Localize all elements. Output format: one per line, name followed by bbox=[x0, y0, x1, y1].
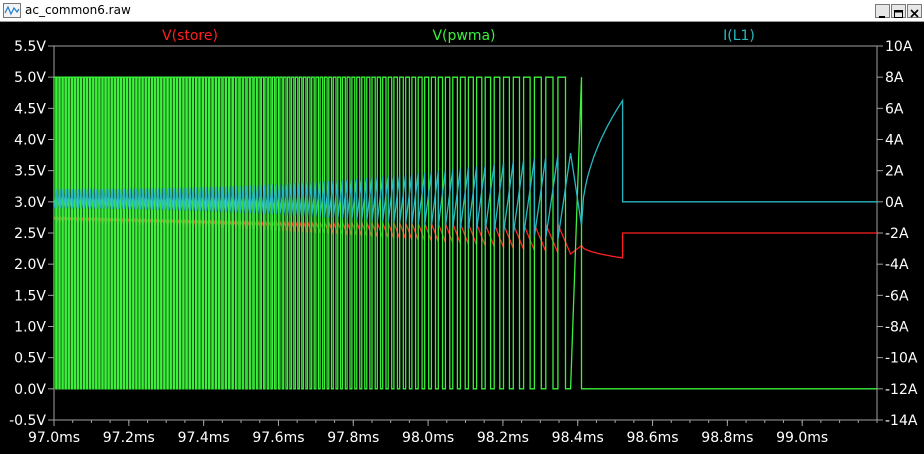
right-tick-label: 8A bbox=[885, 70, 904, 86]
trace-legend: V(store) V(pwma) I(L1) bbox=[162, 28, 755, 44]
left-tick-label: 1.5V bbox=[14, 288, 46, 304]
right-tick-label: -10A bbox=[885, 351, 918, 367]
x-tick-label: 98.8ms bbox=[701, 430, 753, 446]
right-tick-label: 0A bbox=[885, 195, 904, 211]
window-title: ac_common6.raw bbox=[25, 3, 131, 17]
x-tick-label: 97.0ms bbox=[28, 430, 80, 446]
left-tick-label: 0.5V bbox=[14, 351, 46, 367]
x-tick-label: 98.0ms bbox=[402, 430, 454, 446]
minimize-icon bbox=[879, 16, 885, 18]
maximize-button[interactable] bbox=[891, 4, 906, 18]
right-tick-label: 6A bbox=[885, 101, 904, 117]
x-tick-label: 97.8ms bbox=[327, 430, 379, 446]
left-tick-label: 3.0V bbox=[14, 195, 46, 211]
legend-v-pwma[interactable]: V(pwma) bbox=[432, 28, 495, 44]
right-tick-label: -12A bbox=[885, 382, 918, 398]
x-tick-label: 98.6ms bbox=[626, 430, 678, 446]
right-current-axis: 10A 8A 6A 4A 2A 0A -2A -4A -6A -8A -10A -12A -14A bbox=[877, 39, 918, 429]
left-tick-label: 5.5V bbox=[14, 39, 46, 55]
left-tick-label: 4.0V bbox=[14, 133, 46, 149]
left-tick-label: -0.5V bbox=[9, 413, 46, 429]
close-button[interactable] bbox=[907, 4, 922, 18]
right-tick-label: -8A bbox=[885, 320, 909, 336]
right-tick-label: 2A bbox=[885, 164, 904, 180]
right-tick-label: -6A bbox=[885, 288, 909, 304]
left-tick-label: 4.5V bbox=[14, 101, 46, 117]
x-tick-label: 99.0ms bbox=[776, 430, 828, 446]
app-icon bbox=[3, 3, 21, 18]
right-tick-label: -14A bbox=[885, 413, 918, 429]
right-tick-label: -2A bbox=[885, 226, 909, 242]
left-tick-label: 2.5V bbox=[14, 226, 46, 242]
time-axis: 97.0ms 97.2ms 97.4ms 97.6ms 97.8ms 98.0ms 98.2… bbox=[28, 420, 878, 446]
x-tick-label: 98.2ms bbox=[477, 430, 529, 446]
x-tick-label: 98.4ms bbox=[552, 430, 604, 446]
left-tick-label: 3.5V bbox=[14, 164, 46, 180]
right-tick-label: 10A bbox=[885, 39, 913, 55]
traces bbox=[53, 76, 877, 390]
plot-area[interactable]: 5.5V 5.0V 4.5V 4.0V 3.5V 3.0V 2.5V 2.0V 1.5V 1.0V… bbox=[0, 22, 924, 454]
legend-v-store[interactable]: V(store) bbox=[162, 28, 218, 44]
close-icon bbox=[910, 9, 919, 18]
x-tick-label: 97.4ms bbox=[178, 430, 230, 446]
x-tick-label: 97.2ms bbox=[103, 430, 155, 446]
x-tick-label: 97.6ms bbox=[252, 430, 304, 446]
left-tick-label: 1.0V bbox=[14, 320, 46, 336]
right-tick-label: 4A bbox=[885, 133, 904, 149]
left-tick-label: 2.0V bbox=[14, 257, 46, 273]
minimize-button[interactable] bbox=[875, 4, 890, 18]
right-tick-label: -4A bbox=[885, 257, 909, 273]
legend-i-l1[interactable]: I(L1) bbox=[723, 28, 755, 44]
left-tick-label: 0.0V bbox=[14, 382, 46, 398]
title-bar[interactable]: ac_common6.raw bbox=[0, 0, 924, 22]
maximize-icon bbox=[894, 10, 903, 18]
left-tick-label: 5.0V bbox=[14, 70, 46, 86]
waveform-viewer-window: ac_common6.raw 5.5V 5.0V 4.5V 4.0V 3.5V 3.0V 2… bbox=[0, 0, 924, 454]
left-voltage-axis: 5.5V 5.0V 4.5V 4.0V 3.5V 3.0V 2.5V 2.0V 1.5V 1.0V… bbox=[9, 39, 54, 429]
